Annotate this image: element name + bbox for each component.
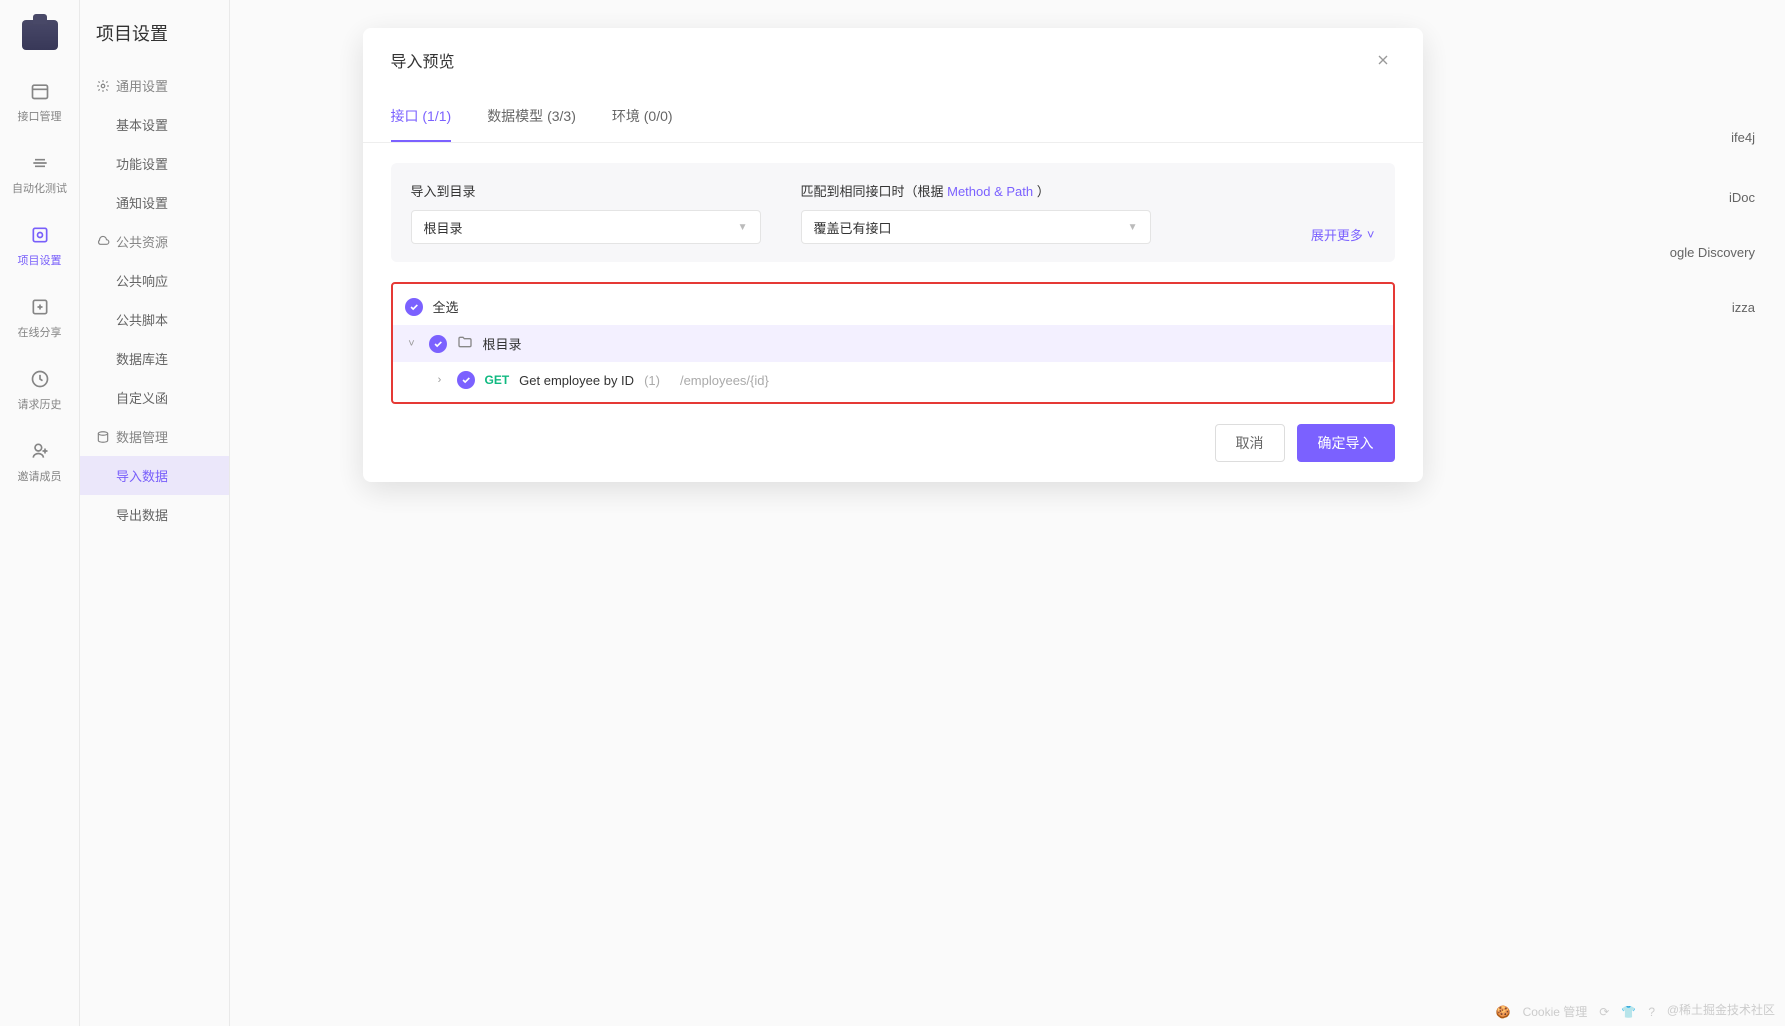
shirt-icon[interactable]: 👕 xyxy=(1621,1005,1636,1019)
import-preview-modal: 导入预览 接口 (1/1) 数据模型 (3/3) 环境 (0/0) 导入到目录 … xyxy=(363,28,1423,482)
help-icon[interactable]: ? xyxy=(1648,1005,1655,1019)
dir-select[interactable]: 根目录 ▼ xyxy=(411,210,761,244)
folder-name: 根目录 xyxy=(483,334,522,353)
cancel-button[interactable]: 取消 xyxy=(1215,424,1285,462)
expand-toggle[interactable]: › xyxy=(433,374,447,386)
api-path: /employees/{id} xyxy=(680,373,769,388)
cookie-icon: 🍪 xyxy=(1496,1005,1511,1019)
close-icon xyxy=(1375,52,1391,68)
tree-folder-row[interactable]: ˅ 根目录 xyxy=(393,325,1393,362)
chevron-down-icon: ˅ xyxy=(1367,227,1375,242)
modal-tabs: 接口 (1/1) 数据模型 (3/3) 环境 (0/0) xyxy=(363,92,1423,143)
api-tree-highlighted: 全选 ˅ 根目录 › GET Get employee by ID (1) xyxy=(391,282,1395,404)
confirm-button[interactable]: 确定导入 xyxy=(1297,424,1395,462)
select-all-label: 全选 xyxy=(433,297,459,316)
select-all-checkbox[interactable] xyxy=(405,298,423,316)
expand-toggle[interactable]: ˅ xyxy=(405,338,419,350)
refresh-icon[interactable]: ⟳ xyxy=(1599,1005,1609,1019)
match-select[interactable]: 覆盖已有接口 ▼ xyxy=(801,210,1151,244)
modal-overlay: 导入预览 接口 (1/1) 数据模型 (3/3) 环境 (0/0) 导入到目录 … xyxy=(0,0,1785,1026)
chevron-down-icon: ▼ xyxy=(738,222,748,233)
api-name: Get employee by ID xyxy=(519,373,634,388)
check-icon xyxy=(461,375,471,385)
watermark: @稀土掘金技术社区 xyxy=(1667,1001,1775,1018)
api-checkbox[interactable] xyxy=(457,371,475,389)
cookie-label[interactable]: Cookie 管理 xyxy=(1523,1003,1588,1020)
tab-api[interactable]: 接口 (1/1) xyxy=(391,92,452,142)
match-link[interactable]: Method & Path xyxy=(947,184,1033,199)
close-button[interactable] xyxy=(1371,48,1395,72)
check-icon xyxy=(409,302,419,312)
select-all-row: 全选 xyxy=(393,288,1393,325)
folder-checkbox[interactable] xyxy=(429,335,447,353)
modal-title: 导入预览 xyxy=(391,48,455,72)
folder-icon xyxy=(457,334,473,353)
footer-toolbar: 🍪 Cookie 管理 ⟳ 👕 ? xyxy=(1496,1003,1655,1020)
tab-model[interactable]: 数据模型 (3/3) xyxy=(487,92,576,142)
modal-footer: 取消 确定导入 xyxy=(363,404,1423,482)
tab-env[interactable]: 环境 (0/0) xyxy=(612,92,673,142)
api-count: (1) xyxy=(644,373,660,388)
tree-api-row[interactable]: › GET Get employee by ID (1) /employees/… xyxy=(393,362,1393,398)
match-label: 匹配到相同接口时（根据 Method & Path ） xyxy=(801,181,1151,200)
expand-more-button[interactable]: 展开更多 ˅ xyxy=(1311,225,1375,244)
method-badge: GET xyxy=(485,373,510,387)
check-icon xyxy=(433,339,443,349)
chevron-down-icon: ▼ xyxy=(1128,222,1138,233)
dir-label: 导入到目录 xyxy=(411,181,761,200)
import-config: 导入到目录 根目录 ▼ 匹配到相同接口时（根据 Method & Path ） … xyxy=(391,163,1395,262)
